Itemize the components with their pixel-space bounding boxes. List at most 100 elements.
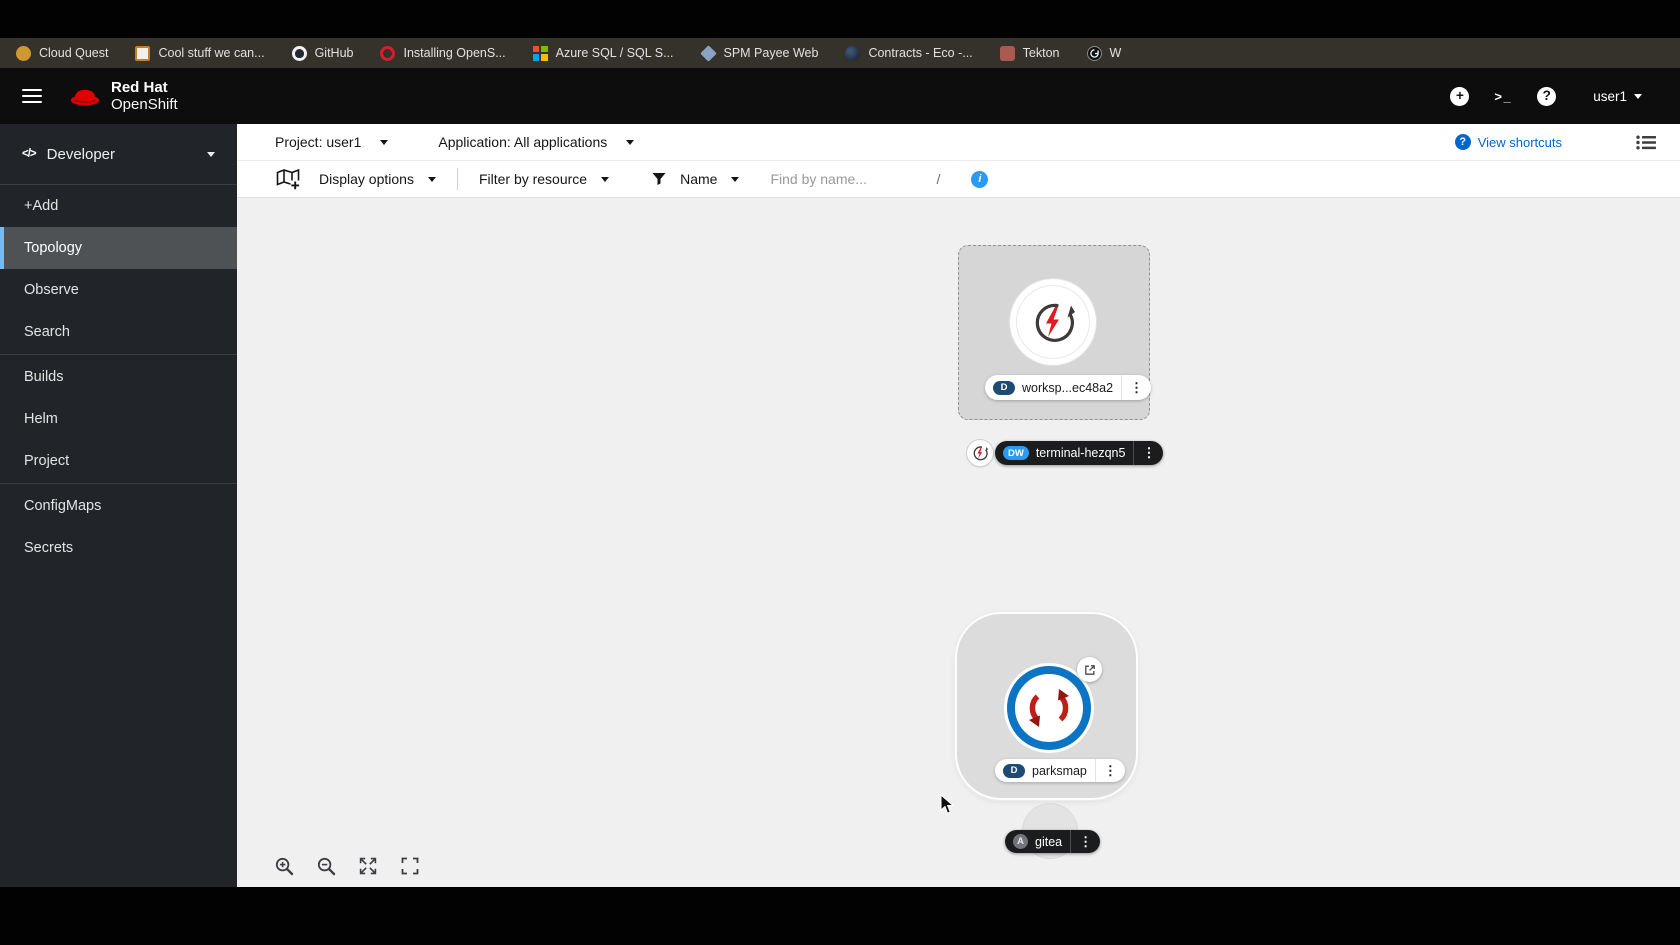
sidebar-item-project[interactable]: Project: [0, 440, 237, 482]
sidebar-item-topology[interactable]: Topology: [0, 227, 237, 269]
workspace-node-label[interactable]: D worksp...ec48a2 ⋮: [985, 375, 1152, 400]
brand-line1: Red Hat: [111, 79, 168, 96]
view-shortcuts-label: View shortcuts: [1477, 134, 1562, 150]
name-filter-dropdown[interactable]: Name: [680, 171, 740, 187]
masthead: Red Hat OpenShift + >_ ? user1: [0, 68, 1680, 124]
application-badge: A: [1013, 834, 1028, 849]
sidebar-item-add[interactable]: +Add: [0, 185, 237, 227]
brand-text: Red Hat OpenShift: [111, 79, 178, 113]
expand-arrows-icon: [359, 857, 377, 875]
kebab-menu-icon[interactable]: ⋮: [1121, 375, 1151, 400]
list-view-toggle[interactable]: [1636, 135, 1656, 150]
nav-divider: [0, 354, 237, 355]
filter-by-resource-dropdown[interactable]: Filter by resource: [478, 171, 610, 187]
display-options-label: Display options: [319, 171, 414, 187]
mouse-cursor: [940, 793, 955, 820]
perspective-label: Developer: [46, 145, 116, 163]
parksmap-node-label[interactable]: D parksmap ⋮: [995, 759, 1125, 782]
kebab-menu-icon[interactable]: ⋮: [1070, 830, 1100, 853]
workspace-name: worksp...ec48a2: [1022, 380, 1114, 395]
zoom-out-icon: [317, 857, 335, 875]
devworkspace-badge: DW: [1003, 446, 1029, 460]
bookmark-label: W: [1109, 46, 1122, 60]
topology-canvas[interactable]: D worksp...ec48a2 ⋮ DW terminal-hezqn5 ⋮: [237, 198, 1680, 887]
perspective-switcher[interactable]: </> Developer: [0, 124, 237, 185]
bookmark-label: SPM Payee Web: [723, 46, 819, 60]
microsoft-icon: [532, 45, 548, 61]
bookmark-azure-sql[interactable]: Azure SQL / SQL S...: [532, 45, 674, 61]
code-icon: </>: [22, 148, 37, 160]
sidebar-item-secrets[interactable]: Secrets: [0, 527, 237, 569]
find-by-name-input[interactable]: [768, 170, 897, 188]
zoom-in-icon: [275, 857, 293, 875]
application-selector[interactable]: Application: All applications: [438, 134, 635, 150]
parksmap-app-icon: [1029, 689, 1069, 727]
info-icon[interactable]: i: [971, 170, 989, 188]
gitea-node-label[interactable]: A gitea ⋮: [1005, 830, 1101, 853]
globe-dark-icon: [845, 45, 861, 61]
filter-funnel-icon: [652, 172, 666, 186]
slash-shortcut-hint: /: [936, 171, 941, 187]
deployment-badge: D: [993, 380, 1015, 395]
redhat-fedora-icon: [70, 89, 100, 105]
chevron-down-icon: [427, 176, 436, 182]
parksmap-node[interactable]: [1007, 666, 1091, 750]
web-terminal-icon[interactable]: >_: [1494, 89, 1512, 104]
workspace-node[interactable]: [1009, 278, 1097, 366]
chevron-down-icon: [601, 176, 610, 182]
chevron-down-icon: [731, 176, 740, 182]
masthead-toolbar: + >_ ? user1: [1450, 86, 1642, 106]
gitea-name: gitea: [1035, 834, 1063, 849]
bookmark-contracts[interactable]: Contracts - Eco -...: [845, 45, 973, 61]
kebab-menu-icon[interactable]: ⋮: [1094, 759, 1125, 782]
sidebar-item-configmaps[interactable]: ConfigMaps: [0, 485, 237, 527]
devworkspace-icon: [973, 446, 988, 461]
topology-control-bar: [267, 849, 427, 883]
sidebar-nav: </> Developer +Add Topology Observe Sear…: [0, 124, 237, 887]
sidebar-item-observe[interactable]: Observe: [0, 269, 237, 311]
help-icon[interactable]: ?: [1537, 86, 1557, 106]
display-options-dropdown[interactable]: Display options: [319, 171, 436, 187]
filter-by-resource-label: Filter by resource: [478, 171, 588, 187]
kebab-menu-icon[interactable]: ⋮: [1133, 441, 1163, 465]
context-selector-bar: Project: user1 Application: All applicat…: [237, 124, 1680, 161]
terminal-node-label[interactable]: DW terminal-hezqn5 ⋮: [995, 441, 1164, 465]
zoom-out-button[interactable]: [309, 849, 343, 883]
sidebar-item-builds[interactable]: Builds: [0, 356, 237, 398]
bookmark-github[interactable]: GitHub: [291, 45, 353, 61]
add-to-project-map-icon[interactable]: [276, 168, 300, 190]
deployment-badge: D: [1003, 763, 1025, 778]
terminal-node[interactable]: [967, 440, 993, 466]
bookmark-installing-openshift[interactable]: Installing OpenS...: [380, 45, 506, 61]
cloud-quest-icon: [16, 45, 31, 61]
bookmark-w[interactable]: W: [1086, 45, 1122, 61]
user-menu[interactable]: user1: [1593, 89, 1642, 104]
toolbar-divider: [456, 168, 458, 190]
nav-toggle-hamburger-icon[interactable]: [22, 88, 42, 104]
redhat-openshift-logo[interactable]: Red Hat OpenShift: [69, 79, 178, 113]
quick-create-plus-icon[interactable]: +: [1450, 86, 1470, 106]
chevron-down-icon: [207, 151, 215, 157]
window-icon: [135, 45, 151, 61]
browser-bookmarks-bar: Cloud Quest Cool stuff we can... GitHub …: [0, 38, 1680, 68]
parksmap-name: parksmap: [1032, 763, 1087, 778]
bookmark-cloud-quest[interactable]: Cloud Quest: [16, 45, 108, 61]
open-url-decorator[interactable]: [1077, 657, 1102, 682]
list-icon: [1636, 135, 1656, 149]
fit-to-screen-button[interactable]: [351, 849, 385, 883]
bookmark-label: Cool stuff we can...: [158, 46, 265, 60]
zoom-in-button[interactable]: [267, 849, 301, 883]
view-shortcuts-link[interactable]: ? View shortcuts: [1454, 134, 1562, 150]
bookmark-label: Azure SQL / SQL S...: [555, 46, 674, 60]
bookmark-spm-payee[interactable]: SPM Payee Web: [699, 44, 819, 62]
sidebar-item-search[interactable]: Search: [0, 311, 237, 353]
chevron-down-icon: [626, 139, 635, 145]
project-selector[interactable]: Project: user1: [275, 134, 389, 150]
bookmark-cool-stuff[interactable]: Cool stuff we can...: [135, 45, 265, 61]
openshift-ring-icon: [380, 45, 396, 61]
fullscreen-button[interactable]: [393, 849, 427, 883]
sidebar-item-helm[interactable]: Helm: [0, 398, 237, 440]
bookmark-tekton[interactable]: Tekton: [999, 45, 1060, 61]
bookmark-label: Contracts - Eco -...: [868, 46, 973, 60]
terminal-name: terminal-hezqn5: [1035, 446, 1126, 460]
